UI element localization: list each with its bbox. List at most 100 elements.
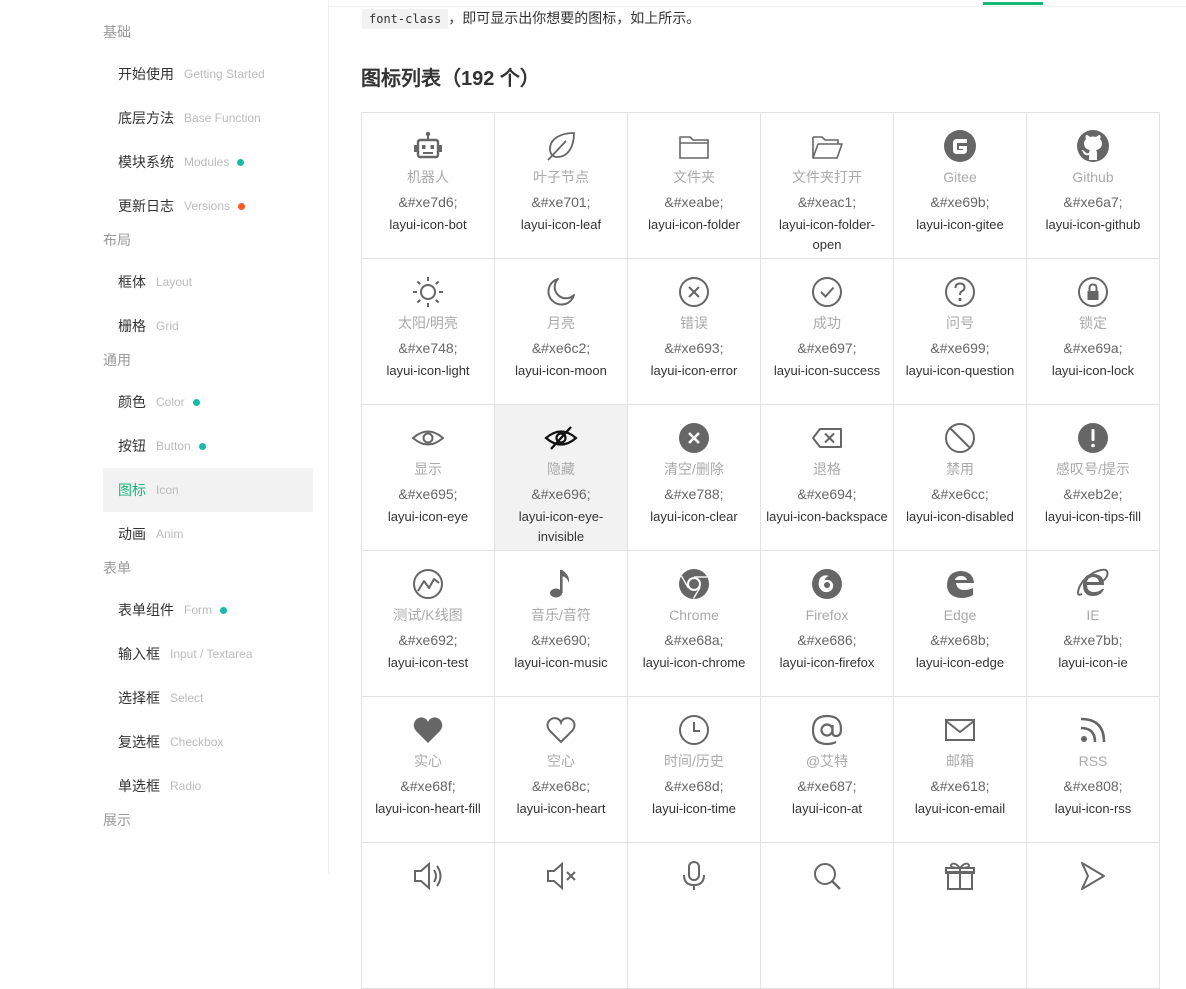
icon-card-firefox[interactable]: Firefox &#xe686; layui-icon-firefox — [761, 551, 894, 697]
edge-icon — [894, 565, 1026, 603]
icon-card-eye[interactable]: 显示 &#xe695; layui-icon-eye — [362, 405, 495, 551]
sidebar-item-icon[interactable]: 图标 Icon — [103, 468, 313, 512]
icon-card-mute[interactable] — [495, 843, 628, 989]
sidebar-item-versions[interactable]: 更新日志 Versions — [103, 184, 313, 228]
sidebar-item-button[interactable]: 按钮 Button — [103, 424, 313, 468]
icon-card-folder[interactable]: 文件夹 &#xeabe; layui-icon-folder — [628, 113, 761, 259]
icon-unicode: &#xe6cc; — [931, 486, 989, 502]
icon-card-rss[interactable]: RSS &#xe808; layui-icon-rss — [1027, 697, 1160, 843]
icon-name: 时间/历史 — [664, 753, 724, 769]
icon-card-time[interactable]: 时间/历史 &#xe68d; layui-icon-time — [628, 697, 761, 843]
sidebar-item-layout[interactable]: 框体 Layout — [103, 260, 313, 304]
icon-class-name: layui-icon-lock — [1051, 363, 1135, 378]
icon-card-lock[interactable]: 锁定 &#xe69a; layui-icon-lock — [1027, 259, 1160, 405]
sidebar-item-radio[interactable]: 单选框 Radio — [103, 764, 313, 808]
icon-unicode: &#xe618; — [930, 778, 990, 794]
github-icon — [1027, 127, 1159, 165]
icon-unicode: &#xe808; — [1063, 778, 1123, 794]
icon-card-ie[interactable]: IE &#xe7bb; layui-icon-ie — [1027, 551, 1160, 697]
icon-card-bot[interactable]: 机器人 &#xe7d6; layui-icon-bot — [362, 113, 495, 259]
icon-card-heart[interactable]: 空心 &#xe68c; layui-icon-heart — [495, 697, 628, 843]
icon-card-backspace[interactable]: 退格 &#xe694; layui-icon-backspace — [761, 405, 894, 551]
icon-card-share[interactable] — [1027, 843, 1160, 989]
icon-class-name: layui-icon-leaf — [520, 217, 602, 232]
icon-name: 文件夹 — [673, 169, 715, 185]
icon-class-name: layui-icon-chrome — [642, 655, 746, 670]
icon-card-email[interactable]: 邮箱 &#xe618; layui-icon-email — [894, 697, 1027, 843]
icon-card-gitee[interactable]: Gitee &#xe69b; layui-icon-gitee — [894, 113, 1027, 259]
icon-card-microphone[interactable] — [628, 843, 761, 989]
icon-class-name: layui-icon-github — [1045, 217, 1141, 232]
icon-name: 锁定 — [1079, 315, 1107, 331]
icon-card-error[interactable]: 错误 &#xe693; layui-icon-error — [628, 259, 761, 405]
sidebar-item-form[interactable]: 表单组件 Form — [103, 588, 313, 632]
icon-unicode: &#xe68a; — [664, 632, 724, 648]
icon-unicode: &#xe701; — [531, 194, 591, 210]
sidebar-item-label: 模块系统 — [118, 154, 174, 170]
folder-open-icon — [761, 127, 893, 165]
sidebar-item-label: 框体 — [118, 274, 146, 290]
icon-card-question[interactable]: 问号 &#xe699; layui-icon-question — [894, 259, 1027, 405]
icon-name: 隐藏 — [547, 461, 575, 477]
sidebar-item-sublabel: Versions — [184, 199, 231, 213]
icon-card-volume[interactable] — [362, 843, 495, 989]
icon-card-test[interactable]: 测试/K线图 &#xe692; layui-icon-test — [362, 551, 495, 697]
icon-class-name: layui-icon-folder-open — [778, 217, 876, 252]
icon-card-music[interactable]: 音乐/音符 &#xe690; layui-icon-music — [495, 551, 628, 697]
sidebar-item-sublabel: Icon — [156, 483, 179, 497]
icon-card-leaf[interactable]: 叶子节点 &#xe701; layui-icon-leaf — [495, 113, 628, 259]
sidebar-item-anim[interactable]: 动画 Anim — [103, 512, 313, 556]
icon-card-clear[interactable]: 清空/删除 &#xe788; layui-icon-clear — [628, 405, 761, 551]
error-icon — [628, 273, 760, 311]
icon-class-name: layui-icon-test — [387, 655, 469, 670]
status-dot — [237, 158, 245, 166]
sidebar-nav: 基础 开始使用 Getting Started 底层方法 Base Function 模块… — [0, 0, 329, 873]
status-dot — [192, 398, 200, 406]
success-icon — [761, 273, 893, 311]
icon-card-disabled[interactable]: 禁用 &#xe6cc; layui-icon-disabled — [894, 405, 1027, 551]
icon-card-gift[interactable] — [894, 843, 1027, 989]
chrome-icon — [628, 565, 760, 603]
icon-class-name: layui-icon-backspace — [766, 509, 888, 524]
sidebar-item-select[interactable]: 选择框 Select — [103, 676, 313, 720]
heart-fill-icon — [362, 711, 494, 749]
sidebar-item-label: 栅格 — [118, 318, 146, 334]
icon-card-folder-open[interactable]: 文件夹打开 &#xeac1; layui-icon-folder-open — [761, 113, 894, 259]
clear-icon — [628, 419, 760, 457]
sidebar-item-color[interactable]: 颜色 Color — [103, 380, 313, 424]
lock-icon — [1027, 273, 1159, 311]
sidebar-item-input-textarea[interactable]: 输入框 Input / Textarea — [103, 632, 313, 676]
main-content: font-class ，即可显示出你想要的图标，如上所示。 图标列表（192 个）… — [329, 0, 1186, 989]
icon-card-chrome[interactable]: Chrome &#xe68a; layui-icon-chrome — [628, 551, 761, 697]
volume-icon — [362, 857, 494, 895]
icon-card-moon[interactable]: 月亮 &#xe6c2; layui-icon-moon — [495, 259, 628, 405]
icon-card-eye-invisible[interactable]: 隐藏 &#xe696; layui-icon-eye-invisible — [495, 405, 628, 551]
icon-card-search[interactable] — [761, 843, 894, 989]
icon-card-tips-fill[interactable]: 感叹号/提示 &#xeb2e; layui-icon-tips-fill — [1027, 405, 1160, 551]
icon-name: 清空/删除 — [664, 461, 724, 477]
icon-card-heart-fill[interactable]: 实心 &#xe68f; layui-icon-heart-fill — [362, 697, 495, 843]
tips-fill-icon — [1027, 419, 1159, 457]
icon-card-light[interactable]: 太阳/明亮 &#xe748; layui-icon-light — [362, 259, 495, 405]
sidebar-item-grid[interactable]: 栅格 Grid — [103, 304, 313, 348]
sidebar-item-base-function[interactable]: 底层方法 Base Function — [103, 96, 313, 140]
icon-name: 问号 — [946, 315, 974, 331]
icon-class-name: layui-icon-at — [791, 801, 863, 816]
sidebar-item-checkbox[interactable]: 复选框 Checkbox — [103, 720, 313, 764]
icon-class-name: layui-icon-music — [514, 655, 608, 670]
icon-name: 禁用 — [946, 461, 974, 477]
sidebar-item-getting-started[interactable]: 开始使用 Getting Started — [103, 52, 313, 96]
sidebar-item-sublabel: Grid — [156, 319, 179, 333]
icon-class-name: layui-icon-clear — [650, 509, 738, 524]
icon-unicode: &#xe699; — [930, 340, 990, 356]
icon-unicode: &#xeac1; — [797, 194, 857, 210]
icon-class-name: layui-icon-time — [652, 801, 736, 816]
icon-class-name: layui-icon-eye-invisible — [518, 509, 604, 544]
icon-card-success[interactable]: 成功 &#xe697; layui-icon-success — [761, 259, 894, 405]
icon-name: 退格 — [813, 461, 841, 477]
icon-card-github[interactable]: Github &#xe6a7; layui-icon-github — [1027, 113, 1160, 259]
icon-card-edge[interactable]: Edge &#xe68b; layui-icon-edge — [894, 551, 1027, 697]
icon-class-name: layui-icon-gitee — [916, 217, 1004, 232]
icon-card-at[interactable]: @艾特 &#xe687; layui-icon-at — [761, 697, 894, 843]
sidebar-item-modules[interactable]: 模块系统 Modules — [103, 140, 313, 184]
